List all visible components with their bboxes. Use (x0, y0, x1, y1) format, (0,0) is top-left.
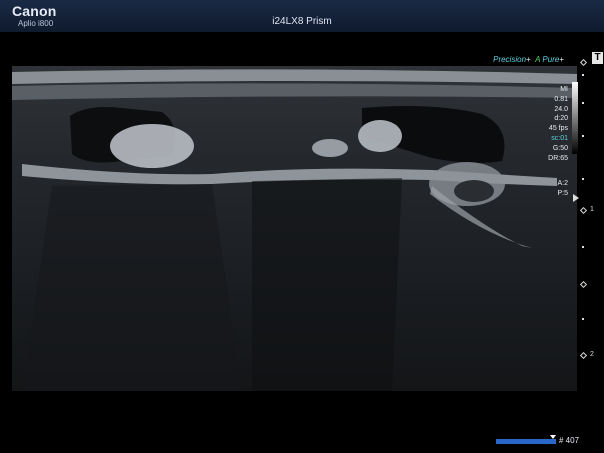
depth-marker-icon (579, 280, 588, 289)
precision-plus-icon: + (526, 55, 531, 64)
precision-label: Precision (493, 55, 527, 64)
p-value: P:5 (557, 190, 568, 198)
frequency-value: 24.0 (554, 105, 568, 113)
a-value: A:2 (557, 180, 568, 188)
mi-label: MI (560, 86, 568, 93)
probe-name: i24LX8 Prism (272, 16, 332, 27)
cine-pointer-icon[interactable] (550, 435, 556, 439)
depth-tick (582, 135, 584, 137)
pure-a-label: A (535, 55, 541, 64)
tis-value: 0.81 (554, 95, 568, 103)
depth-tick (582, 246, 584, 248)
imaging-modes: Precision+ A Pure+ (493, 55, 564, 64)
depth-label-1: 1 (590, 206, 594, 213)
depth-scale: 1 2 (579, 58, 604, 400)
depth-marker-icon (579, 58, 588, 67)
depth-label-2: 2 (590, 351, 594, 358)
dynamic-range-value: DR:65 (548, 154, 568, 162)
scan-value: sc:01 (551, 134, 568, 142)
focus-marker-icon[interactable] (573, 194, 579, 202)
depth-tick (582, 102, 584, 104)
frame-number: # 407 (559, 436, 580, 445)
depth-tick (582, 74, 584, 76)
pure-plus-icon: + (559, 55, 564, 64)
depth-value: d:20 (554, 115, 568, 123)
ultrasound-image (12, 66, 577, 391)
depth-tick (582, 318, 584, 320)
depth-marker-icon (579, 206, 588, 215)
depth-marker-icon (579, 351, 588, 360)
frame-rate-value: 45 fps (548, 125, 568, 133)
header-bar: Canon Aplio i800 i24LX8 Prism (0, 0, 604, 32)
pure-label: Pure (542, 55, 560, 64)
cine-progress-bar[interactable] (496, 439, 556, 444)
parameter-panel: MI 0.81 24.0 d:20 45 fps sc:01 G:50 DR:6… (538, 85, 568, 199)
grayscale-bar (572, 82, 578, 154)
ultrasound-texture (12, 69, 577, 391)
depth-tick (582, 178, 584, 180)
gain-value: G:50 (552, 144, 568, 152)
